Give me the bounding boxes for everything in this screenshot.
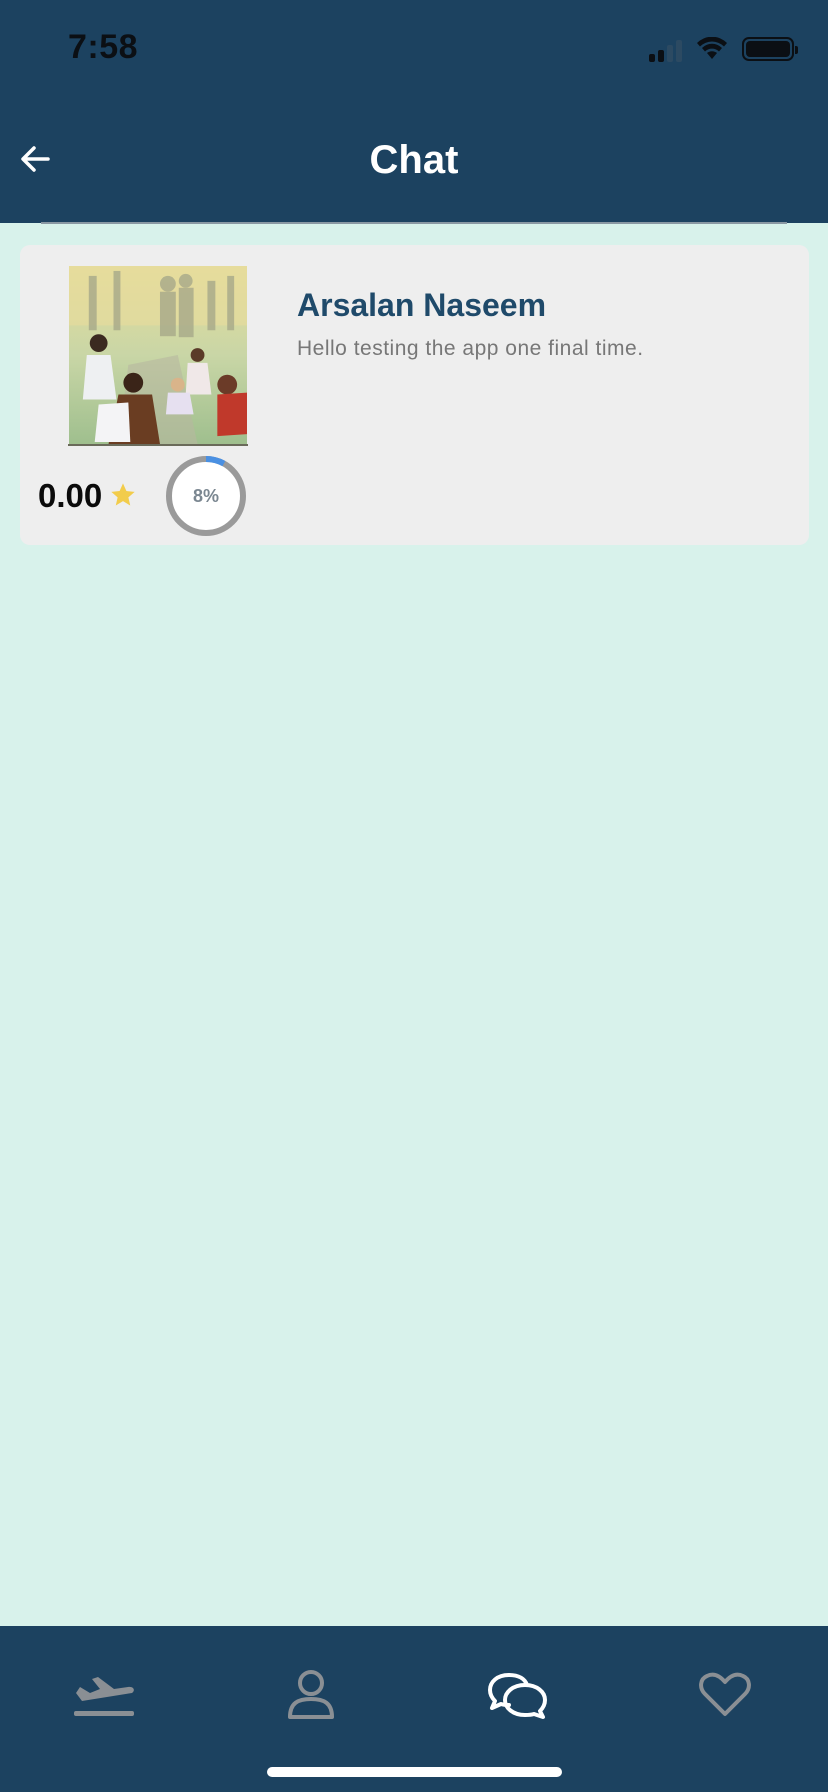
rating-value: 0.00 — [38, 477, 103, 514]
tab-trips[interactable] — [44, 1650, 164, 1740]
star-icon — [111, 483, 135, 506]
plane-landing-icon — [74, 1677, 134, 1716]
wifi-icon — [697, 37, 727, 59]
last-message: Hello testing the app one final time. — [297, 337, 644, 360]
tab-favorites[interactable] — [665, 1650, 785, 1740]
home-indicator — [267, 1767, 562, 1777]
chat-list-item[interactable]: Arsalan Naseem Hello testing the app one… — [20, 245, 809, 545]
progress-percent: 8% — [192, 485, 219, 506]
tab-chat[interactable] — [458, 1650, 578, 1740]
avatar — [68, 266, 248, 446]
status-time: 7:58 — [68, 28, 139, 66]
profile-icon — [288, 1670, 334, 1719]
heart-icon — [699, 1672, 751, 1716]
header-divider — [41, 222, 787, 224]
chat-bubbles-icon — [488, 1673, 547, 1719]
page-title: Chat — [369, 138, 459, 182]
status-icons — [649, 36, 798, 62]
signal-icon — [649, 36, 682, 62]
tab-profile[interactable] — [251, 1650, 371, 1740]
header: 7:58 Chat — [0, 0, 828, 223]
battery-icon — [742, 37, 798, 61]
contact-name: Arsalan Naseem — [297, 287, 547, 323]
